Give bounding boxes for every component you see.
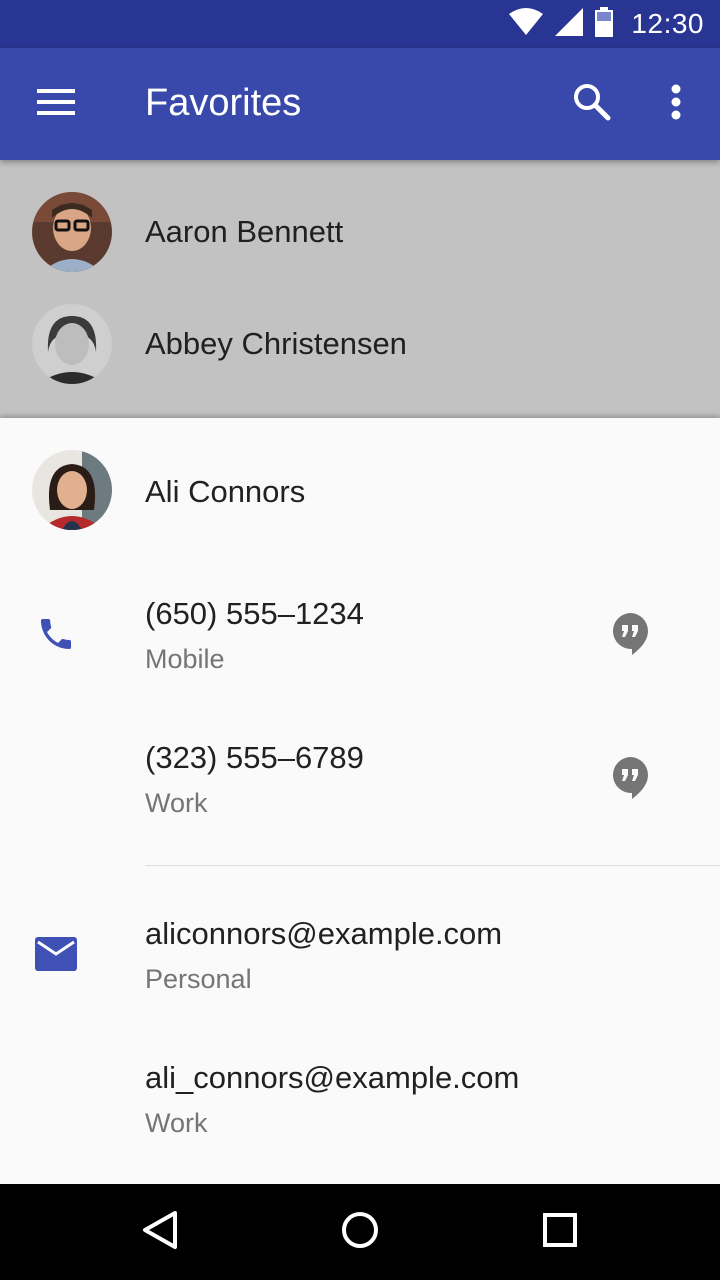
status-icons: 12:30 [509,0,704,48]
contact-name: Aaron Bennett [145,214,344,249]
avatar [32,450,112,530]
email-address: aliconnors@example.com [145,916,503,951]
email-icon [32,930,80,978]
phone-number: (650) 555–1234 [145,596,364,631]
navigation-bar [0,1184,720,1280]
app-bar: Favorites [0,48,720,160]
back-button[interactable] [128,1200,192,1264]
phone-icon [32,610,80,658]
wifi-icon [509,7,544,41]
avatar [32,192,112,272]
contact-detail-sheet: Ali Connors (650) 555–1234 Mobile (323) … [0,418,720,1184]
email-address: ali_connors@example.com [145,1060,520,1095]
hangouts-message-icon[interactable] [606,754,654,802]
contact-header: Ali Connors [0,418,720,562]
status-time: 12:30 [631,8,704,39]
email-type: Work [145,1108,208,1138]
email-row[interactable]: ali_connors@example.com Work [0,1026,720,1170]
recents-icon [543,1212,577,1252]
menu-button[interactable] [24,72,88,136]
page-title: Favorites [145,82,302,124]
battery-icon [595,6,614,42]
search-button[interactable] [560,72,624,136]
search-icon [573,83,611,126]
phone-type: Mobile [145,644,225,674]
email-type: Personal [145,964,252,994]
cell-signal-icon [555,7,584,41]
phone-row[interactable]: (650) 555–1234 Mobile [0,562,720,706]
divider [145,865,720,866]
status-bar: 12:30 [0,0,720,48]
favorites-list: Aaron Bennett Abbey Christensen [0,160,720,418]
phone-type: Work [145,788,208,818]
more-vert-icon [670,84,682,125]
list-item[interactable]: Abbey Christensen [0,288,720,400]
menu-icon [37,88,75,120]
hangouts-message-icon[interactable] [606,610,654,658]
avatar [32,304,112,384]
contact-name: Ali Connors [145,474,306,509]
email-row[interactable]: aliconnors@example.com Personal [0,882,720,1026]
phone-number: (323) 555–6789 [145,740,364,775]
phone-row[interactable]: (323) 555–6789 Work [0,706,720,850]
recents-button[interactable] [528,1200,592,1264]
home-icon [341,1211,379,1254]
list-item[interactable]: Aaron Bennett [0,176,720,288]
back-icon [142,1210,178,1255]
more-options-button[interactable] [644,72,708,136]
home-button[interactable] [328,1200,392,1264]
contact-name: Abbey Christensen [145,326,407,361]
